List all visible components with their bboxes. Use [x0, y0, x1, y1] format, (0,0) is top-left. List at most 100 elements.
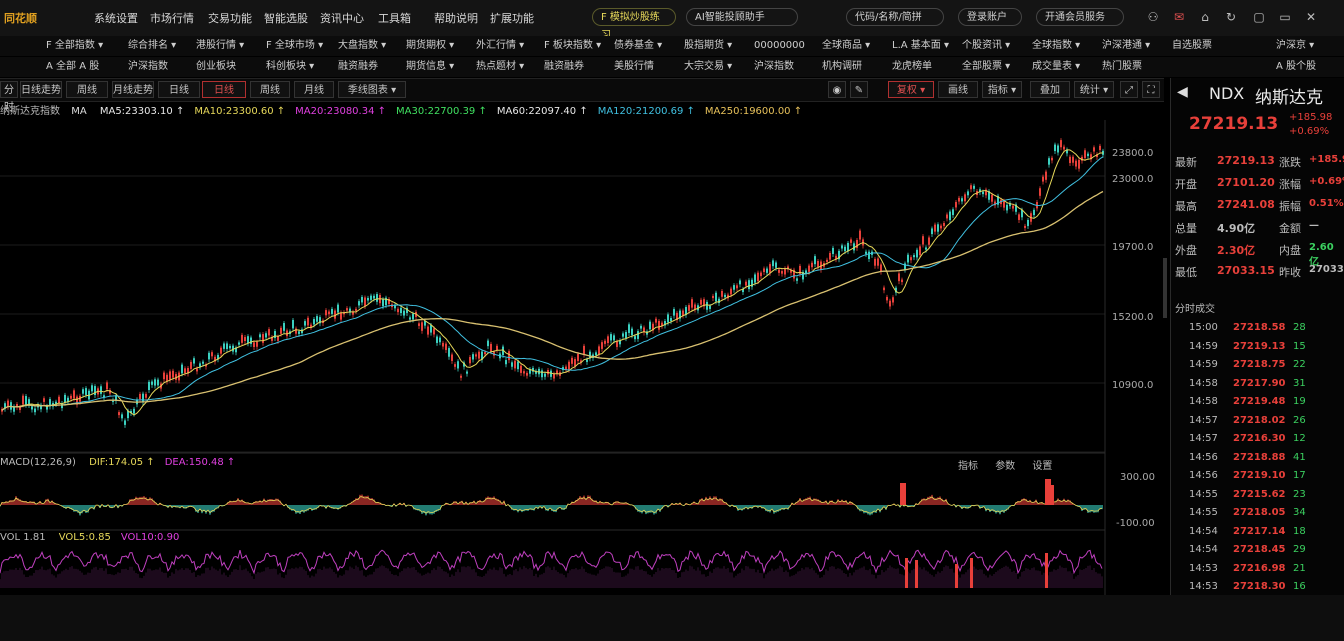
menu-row2-item[interactable]: 全部股票 ▾: [962, 57, 1010, 77]
period-tab[interactable]: 月线: [294, 81, 334, 98]
draw-icon[interactable]: ✎: [850, 81, 868, 98]
menu-row1-item[interactable]: 大盘指数 ▾: [338, 36, 386, 56]
vol-label: VOL 1.81: [0, 532, 46, 543]
menu-row1-item[interactable]: 港股行情 ▾: [196, 36, 244, 56]
period-tab[interactable]: 周线: [66, 81, 108, 98]
toolbar-button[interactable]: 画线: [938, 81, 978, 98]
macd-button[interactable]: 指标: [958, 461, 978, 472]
menu-row2-item[interactable]: 期货信息 ▾: [406, 57, 454, 77]
menu-row2-item[interactable]: 热门股票: [1102, 57, 1142, 77]
sim-trade-button[interactable]: F 模拟炒股练习: [592, 8, 676, 41]
toolbar-button[interactable]: 统计 ▾: [1074, 81, 1114, 98]
menu-trade[interactable]: 交易功能: [208, 10, 252, 26]
candle-body: [637, 331, 639, 339]
menu-row2-item[interactable]: 融资融券: [338, 57, 378, 77]
menu-row1-item[interactable]: 自选股票: [1172, 36, 1212, 56]
menu-row2-item[interactable]: 龙虎榜单: [892, 57, 932, 77]
toolbar-button[interactable]: 叠加: [1030, 81, 1070, 98]
menu-extensions[interactable]: 扩展功能: [490, 10, 534, 26]
menu-tools[interactable]: 工具箱: [378, 10, 411, 26]
expand-icon[interactable]: ⤢: [1120, 81, 1138, 98]
menu-row2-item[interactable]: 沪深指数: [128, 57, 168, 77]
index-name: 纳斯达克: [1255, 88, 1323, 108]
period-tab[interactable]: 月线走势: [112, 81, 154, 98]
candle-body: [313, 319, 315, 325]
period-tab[interactable]: 周线: [250, 81, 290, 98]
menu-row2-item[interactable]: A 全部 A 股: [46, 57, 99, 77]
search-input[interactable]: 代码/名称/简拼: [846, 8, 944, 26]
menu-row1-item[interactable]: 期货期权 ▾: [406, 36, 454, 56]
adjust-dropdown[interactable]: 复权 ▾: [888, 81, 934, 98]
candle-body: [262, 334, 264, 343]
user-icon[interactable]: ⚇: [1146, 10, 1160, 24]
window-icon[interactable]: ▢: [1252, 10, 1266, 24]
menu-row2-item[interactable]: 机构调研: [822, 57, 862, 77]
macd-spike: [1048, 485, 1054, 505]
menu-row1-item[interactable]: 债券基金 ▾: [614, 36, 662, 56]
period-tab[interactable]: 日线: [158, 81, 200, 98]
price-axis-label: 10900.0: [1112, 380, 1153, 391]
menu-news[interactable]: 资讯中心: [320, 10, 364, 26]
candle-body: [265, 333, 267, 338]
menu-row2-item[interactable]: 科创板块 ▾: [266, 57, 314, 77]
menu-row1-item[interactable]: F 全球市场 ▾: [266, 36, 323, 56]
candle-body: [478, 351, 480, 359]
period-tab[interactable]: 日线走势: [20, 81, 62, 98]
period-tab-active[interactable]: 日线: [202, 81, 246, 98]
menu-row1-item[interactable]: F 板块指数 ▾: [544, 36, 601, 56]
menu-market[interactable]: 市场行情: [150, 10, 194, 26]
period-tab[interactable]: 分时: [0, 81, 18, 113]
ma-legend-item: MA250:19600.00 ↑: [704, 106, 803, 117]
candle-body: [910, 257, 912, 261]
refresh-icon[interactable]: ↻: [1224, 10, 1238, 24]
menu-row1-item[interactable]: L.A 基本面 ▾: [892, 36, 949, 56]
macd-button[interactable]: 设置: [1032, 461, 1052, 472]
menu-row1-item[interactable]: 沪深京 ▾: [1276, 36, 1314, 56]
message-icon[interactable]: ✉: [1172, 10, 1186, 24]
vip-button[interactable]: 开通会员服务: [1036, 8, 1124, 26]
menu-row1-item[interactable]: 外汇行情 ▾: [476, 36, 524, 56]
macd-legend-item: DIF:174.05 ↑: [89, 457, 155, 468]
camera-icon[interactable]: ◉: [828, 81, 846, 98]
fullscreen-icon[interactable]: ⛶: [1142, 81, 1160, 98]
menu-row2-item[interactable]: 成交量表 ▾: [1032, 57, 1080, 77]
trade-price: 27218.88: [1233, 451, 1286, 463]
close-icon[interactable]: ✕: [1304, 10, 1318, 24]
menu-system[interactable]: 系统设置: [94, 10, 138, 26]
macd-button[interactable]: 参数: [995, 461, 1015, 472]
menu-row2-item[interactable]: A 股个股: [1276, 57, 1316, 77]
menu-row2-item[interactable]: 大宗交易 ▾: [684, 57, 732, 77]
menu-row2-item[interactable]: 融资融券: [544, 57, 584, 77]
candle-body: [475, 354, 477, 357]
candle-body: [94, 386, 96, 396]
menu-row1-item[interactable]: 股指期货 ▾: [684, 36, 732, 56]
candle-body: [253, 342, 255, 348]
ai-assistant-button[interactable]: AI智能投顾助手: [686, 8, 798, 26]
period-dropdown[interactable]: 季线图表 ▾: [338, 81, 406, 98]
menu-stock-picker[interactable]: 智能选股: [264, 10, 308, 26]
candle-body: [628, 324, 630, 333]
menu-row1-item[interactable]: 沪深港通 ▾: [1102, 36, 1150, 56]
menu-row1-item[interactable]: 全球商品 ▾: [822, 36, 870, 56]
login-button[interactable]: 登录账户: [958, 8, 1022, 26]
candle-body: [982, 191, 984, 195]
menu-row1-item[interactable]: 综合排名 ▾: [128, 36, 176, 56]
home-icon[interactable]: ⌂: [1198, 10, 1212, 24]
candle-body: [436, 336, 438, 343]
quote-value: 27101.20: [1217, 176, 1275, 189]
minimize-icon[interactable]: ▭: [1278, 10, 1292, 24]
menu-row1-item[interactable]: 个股资讯 ▾: [962, 36, 1010, 56]
candle-body: [337, 304, 339, 313]
panel-scrollbar[interactable]: [1163, 258, 1167, 318]
back-icon[interactable]: ◀: [1177, 84, 1188, 100]
menu-row1-item[interactable]: 00000000: [754, 36, 805, 56]
menu-row2-item[interactable]: 创业板块: [196, 57, 236, 77]
menu-row2-item[interactable]: 美股行情: [614, 57, 654, 77]
menu-row2-item[interactable]: 沪深指数: [754, 57, 794, 77]
candle-body: [625, 332, 627, 339]
toolbar-button[interactable]: 指标 ▾: [982, 81, 1022, 98]
menu-row1-item[interactable]: F 全部指数 ▾: [46, 36, 103, 56]
menu-help[interactable]: 帮助说明: [434, 10, 478, 26]
menu-row2-item[interactable]: 热点题材 ▾: [476, 57, 524, 77]
menu-row1-item[interactable]: 全球指数 ▾: [1032, 36, 1080, 56]
